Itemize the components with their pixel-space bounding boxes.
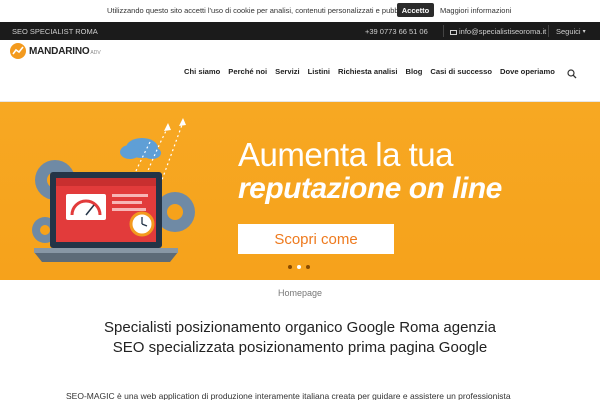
nav-item-richiesta-analisi[interactable]: Richiesta analisi bbox=[338, 67, 398, 76]
slider-dot[interactable] bbox=[288, 265, 292, 269]
divider bbox=[443, 25, 444, 37]
nav-item-chi-siamo[interactable]: Chi siamo bbox=[184, 67, 220, 76]
logo-text: MANDARINO bbox=[29, 45, 90, 57]
cookie-bar: Utilizzando questo sito accetti l'uso di… bbox=[0, 0, 600, 20]
intro-paragraph: SEO-MAGIC è una web application di produ… bbox=[66, 391, 511, 400]
hero-slider: Aumenta la tua reputazione on line Scopr… bbox=[0, 102, 600, 280]
slider-pagination bbox=[288, 265, 310, 269]
logo[interactable]: MANDARINO ADV bbox=[10, 43, 101, 59]
logo-mark-icon bbox=[10, 43, 26, 59]
page-title-line2: SEO specializzata posizionamento prima p… bbox=[112, 339, 488, 356]
nav-item-listini[interactable]: Listini bbox=[308, 67, 330, 76]
slider-dot[interactable] bbox=[306, 265, 310, 269]
nav-item-servizi[interactable]: Servizi bbox=[275, 67, 299, 76]
page-title: Specialisti posizionamento organico Goog… bbox=[30, 318, 570, 358]
follow-dropdown[interactable]: Seguici ▾ bbox=[556, 27, 586, 36]
cookie-accept-button[interactable]: Accetto bbox=[397, 3, 434, 17]
phone-link[interactable]: +39 0773 66 51 06 bbox=[365, 27, 428, 36]
search-icon[interactable] bbox=[567, 66, 577, 79]
laptop-illustration bbox=[32, 118, 195, 262]
nav-item-blog[interactable]: Blog bbox=[405, 67, 422, 76]
follow-label: Seguici bbox=[556, 27, 581, 36]
email-link[interactable]: info@specialistiseoroma.it bbox=[450, 27, 546, 36]
site-tagline: SEO SPECIALIST ROMA bbox=[12, 27, 98, 36]
top-info-bar: SEO SPECIALIST ROMA +39 0773 66 51 06 in… bbox=[0, 22, 600, 40]
banner-title-line1: Aumenta la tua bbox=[238, 136, 453, 173]
site-header: MANDARINO ADV Chi siamo Perché noi Servi… bbox=[0, 40, 600, 102]
page-title-line1: Specialisti posizionamento organico Goog… bbox=[104, 319, 496, 336]
banner-title-line2: reputazione on line bbox=[238, 172, 502, 205]
cookie-notice-text: Utilizzando questo sito accetti l'uso di… bbox=[107, 6, 416, 15]
nav-item-casi-di-successo[interactable]: Casi di successo bbox=[430, 67, 492, 76]
breadcrumb[interactable]: Homepage bbox=[0, 288, 600, 298]
divider bbox=[548, 25, 549, 37]
logo-suffix: ADV bbox=[90, 49, 101, 56]
main-nav: Chi siamo Perché noi Servizi Listini Ric… bbox=[184, 67, 563, 76]
discover-button[interactable]: Scopri come bbox=[238, 224, 394, 254]
chevron-down-icon: ▾ bbox=[582, 29, 586, 35]
mail-icon bbox=[450, 29, 457, 35]
nav-item-dove-operiamo[interactable]: Dove operiamo bbox=[500, 67, 555, 76]
cookie-more-info-link[interactable]: Maggiori informazioni bbox=[440, 6, 511, 15]
nav-item-perche-noi[interactable]: Perché noi bbox=[228, 67, 267, 76]
slider-dot-active[interactable] bbox=[297, 265, 301, 269]
email-text: info@specialistiseoroma.it bbox=[459, 27, 547, 36]
